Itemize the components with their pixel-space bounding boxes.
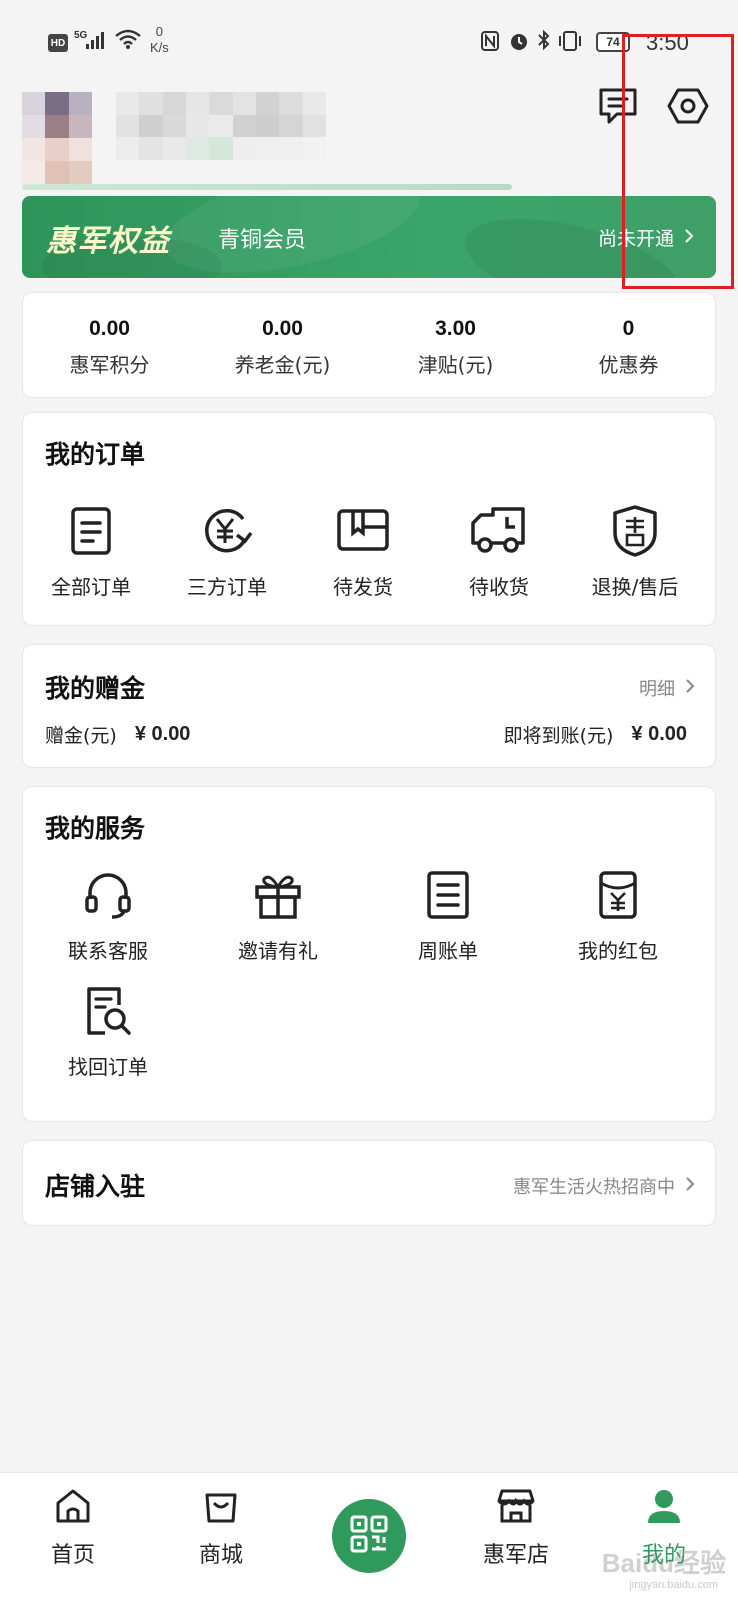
orders-card: 我的订单 全部订单 三方订单 待发货 待收货 退换/售后 <box>22 412 716 626</box>
nav-mall-label: 商城 <box>198 1543 243 1568</box>
avatar[interactable] <box>22 92 92 184</box>
shopping-bag-icon <box>202 1487 240 1529</box>
nav-mall[interactable]: 商城 <box>161 1487 281 1569</box>
qr-code-icon <box>349 1514 389 1558</box>
gift-balance-row: 赠金(元) ¥ 0.00 <box>45 721 190 748</box>
gift-detail-label: 明细 <box>639 679 675 700</box>
orders-title: 我的订单 <box>45 440 146 469</box>
order-third-party-label: 三方订单 <box>187 575 267 599</box>
stat-value: 0.00 <box>89 317 130 340</box>
headset-icon <box>76 863 140 927</box>
order-to-ship[interactable]: 待发货 <box>295 499 431 600</box>
order-after-sale-label: 退换/售后 <box>591 575 679 599</box>
signal-icon <box>84 30 108 54</box>
stats-card: 0.00 惠军积分 0.00 养老金(元) 3.00 津贴(元) 0 优惠券 <box>22 292 716 398</box>
gift-pending-label: 即将到账(元) <box>503 725 614 747</box>
bill-icon <box>416 863 480 927</box>
shop-title: 店铺入驻 <box>45 1172 146 1201</box>
membership-banner[interactable]: 惠军权益 青铜会员 尚未开通 <box>22 196 716 278</box>
service-weekly-bill-label: 周账单 <box>418 939 478 963</box>
decorative-divider <box>22 184 512 190</box>
service-contact-label: 联系客服 <box>68 939 148 963</box>
stat-label: 惠军积分 <box>69 353 150 377</box>
stat-coupons[interactable]: 0 优惠券 <box>542 293 715 397</box>
nav-home[interactable]: 首页 <box>13 1487 133 1569</box>
service-contact[interactable]: 联系客服 <box>23 863 193 964</box>
speed-unit: K/s <box>150 40 169 55</box>
chevron-right-icon <box>685 1176 695 1197</box>
stat-allowance[interactable]: 3.00 津贴(元) <box>369 293 542 397</box>
gift-balance-card: 我的赠金 明细 赠金(元) ¥ 0.00 即将到账(元) ¥ 0.00 <box>22 644 716 768</box>
service-recover-order-label: 找回订单 <box>68 1055 148 1079</box>
vibrate-icon <box>556 30 584 56</box>
package-icon <box>331 499 395 563</box>
stat-label: 优惠券 <box>598 353 659 377</box>
services-title: 我的服务 <box>45 814 146 843</box>
orders-grid: 全部订单 三方订单 待发货 待收货 退换/售后 <box>23 499 715 600</box>
banner-title: 惠军权益 <box>46 224 170 259</box>
service-invite[interactable]: 邀请有礼 <box>193 863 363 964</box>
highlight-annotation-box <box>622 34 734 289</box>
alarm-icon <box>508 30 530 56</box>
stat-value: 0.00 <box>262 317 303 340</box>
yuan-cycle-icon <box>195 499 259 563</box>
stat-label: 津贴(元) <box>417 353 494 377</box>
member-level: 青铜会员 <box>218 228 307 253</box>
network-speed: 0 K/s <box>150 24 169 56</box>
profile-icon <box>645 1487 683 1529</box>
truck-icon <box>467 499 531 563</box>
shop-subtitle: 惠军生活火热招商中 <box>513 1177 675 1198</box>
bluetooth-icon <box>536 28 552 56</box>
gift-title: 我的赠金 <box>45 674 146 703</box>
order-to-receive-label: 待收货 <box>469 575 529 599</box>
gift-balance-label: 赠金(元) <box>45 725 117 747</box>
bottom-navigation: 首页 商城 惠军店 我的 Baidu经验 jingyan.baidu.com <box>0 1472 738 1600</box>
service-red-envelope[interactable]: 我的红包 <box>533 863 703 964</box>
services-grid-row-2: 找回订单 <box>23 979 715 1080</box>
hd-badge: HD <box>48 34 68 52</box>
service-invite-label: 邀请有礼 <box>238 939 318 963</box>
baidu-watermark: Baidu经验 <box>601 1548 726 1578</box>
stat-points[interactable]: 0.00 惠军积分 <box>23 293 196 397</box>
order-to-receive[interactable]: 待收货 <box>431 499 567 600</box>
username <box>116 92 326 160</box>
nfc-icon <box>480 30 500 56</box>
nav-scan-button[interactable] <box>332 1499 406 1573</box>
shop-subtitle-link[interactable]: 惠军生活火热招商中 <box>513 1173 695 1199</box>
chevron-right-icon <box>685 678 695 699</box>
store-icon <box>496 1487 536 1529</box>
nav-store-label: 惠军店 <box>482 1543 549 1568</box>
stat-value: 3.00 <box>435 317 476 340</box>
order-after-sale[interactable]: 退换/售后 <box>567 499 703 600</box>
gift-balance-value: ¥ 0.00 <box>134 723 191 745</box>
stat-label: 养老金(元) <box>234 353 331 377</box>
nav-store[interactable]: 惠军店 <box>456 1487 576 1569</box>
services-card: 我的服务 联系客服 邀请有礼 周账单 我的红包 找回订单 <box>22 786 716 1122</box>
gift-pending-value: ¥ 0.00 <box>631 723 687 745</box>
order-list-icon <box>59 499 123 563</box>
service-weekly-bill[interactable]: 周账单 <box>363 863 533 964</box>
gift-detail-link[interactable]: 明细 <box>639 675 695 701</box>
stat-value: 0 <box>622 317 635 340</box>
order-third-party[interactable]: 三方订单 <box>159 499 295 600</box>
after-sale-shield-icon <box>603 499 667 563</box>
shop-entry-card[interactable]: 店铺入驻 惠军生活火热招商中 <box>22 1140 716 1226</box>
services-grid-row-1: 联系客服 邀请有礼 周账单 我的红包 <box>23 863 715 964</box>
order-all[interactable]: 全部订单 <box>23 499 159 600</box>
gift-box-icon <box>246 863 310 927</box>
service-red-envelope-label: 我的红包 <box>578 939 658 963</box>
baidu-watermark-url: jingyan.baidu.com <box>629 1579 718 1591</box>
home-icon <box>54 1487 92 1529</box>
order-all-label: 全部订单 <box>51 575 131 599</box>
stat-pension[interactable]: 0.00 养老金(元) <box>196 293 369 397</box>
red-envelope-icon <box>586 863 650 927</box>
gift-pending-row: 即将到账(元) ¥ 0.00 <box>504 721 687 748</box>
wifi-icon <box>114 28 142 54</box>
speed-value: 0 <box>155 24 164 39</box>
search-document-icon <box>76 979 140 1043</box>
nav-home-label: 首页 <box>50 1543 95 1568</box>
service-recover-order[interactable]: 找回订单 <box>23 979 193 1080</box>
order-to-ship-label: 待发货 <box>333 575 393 599</box>
